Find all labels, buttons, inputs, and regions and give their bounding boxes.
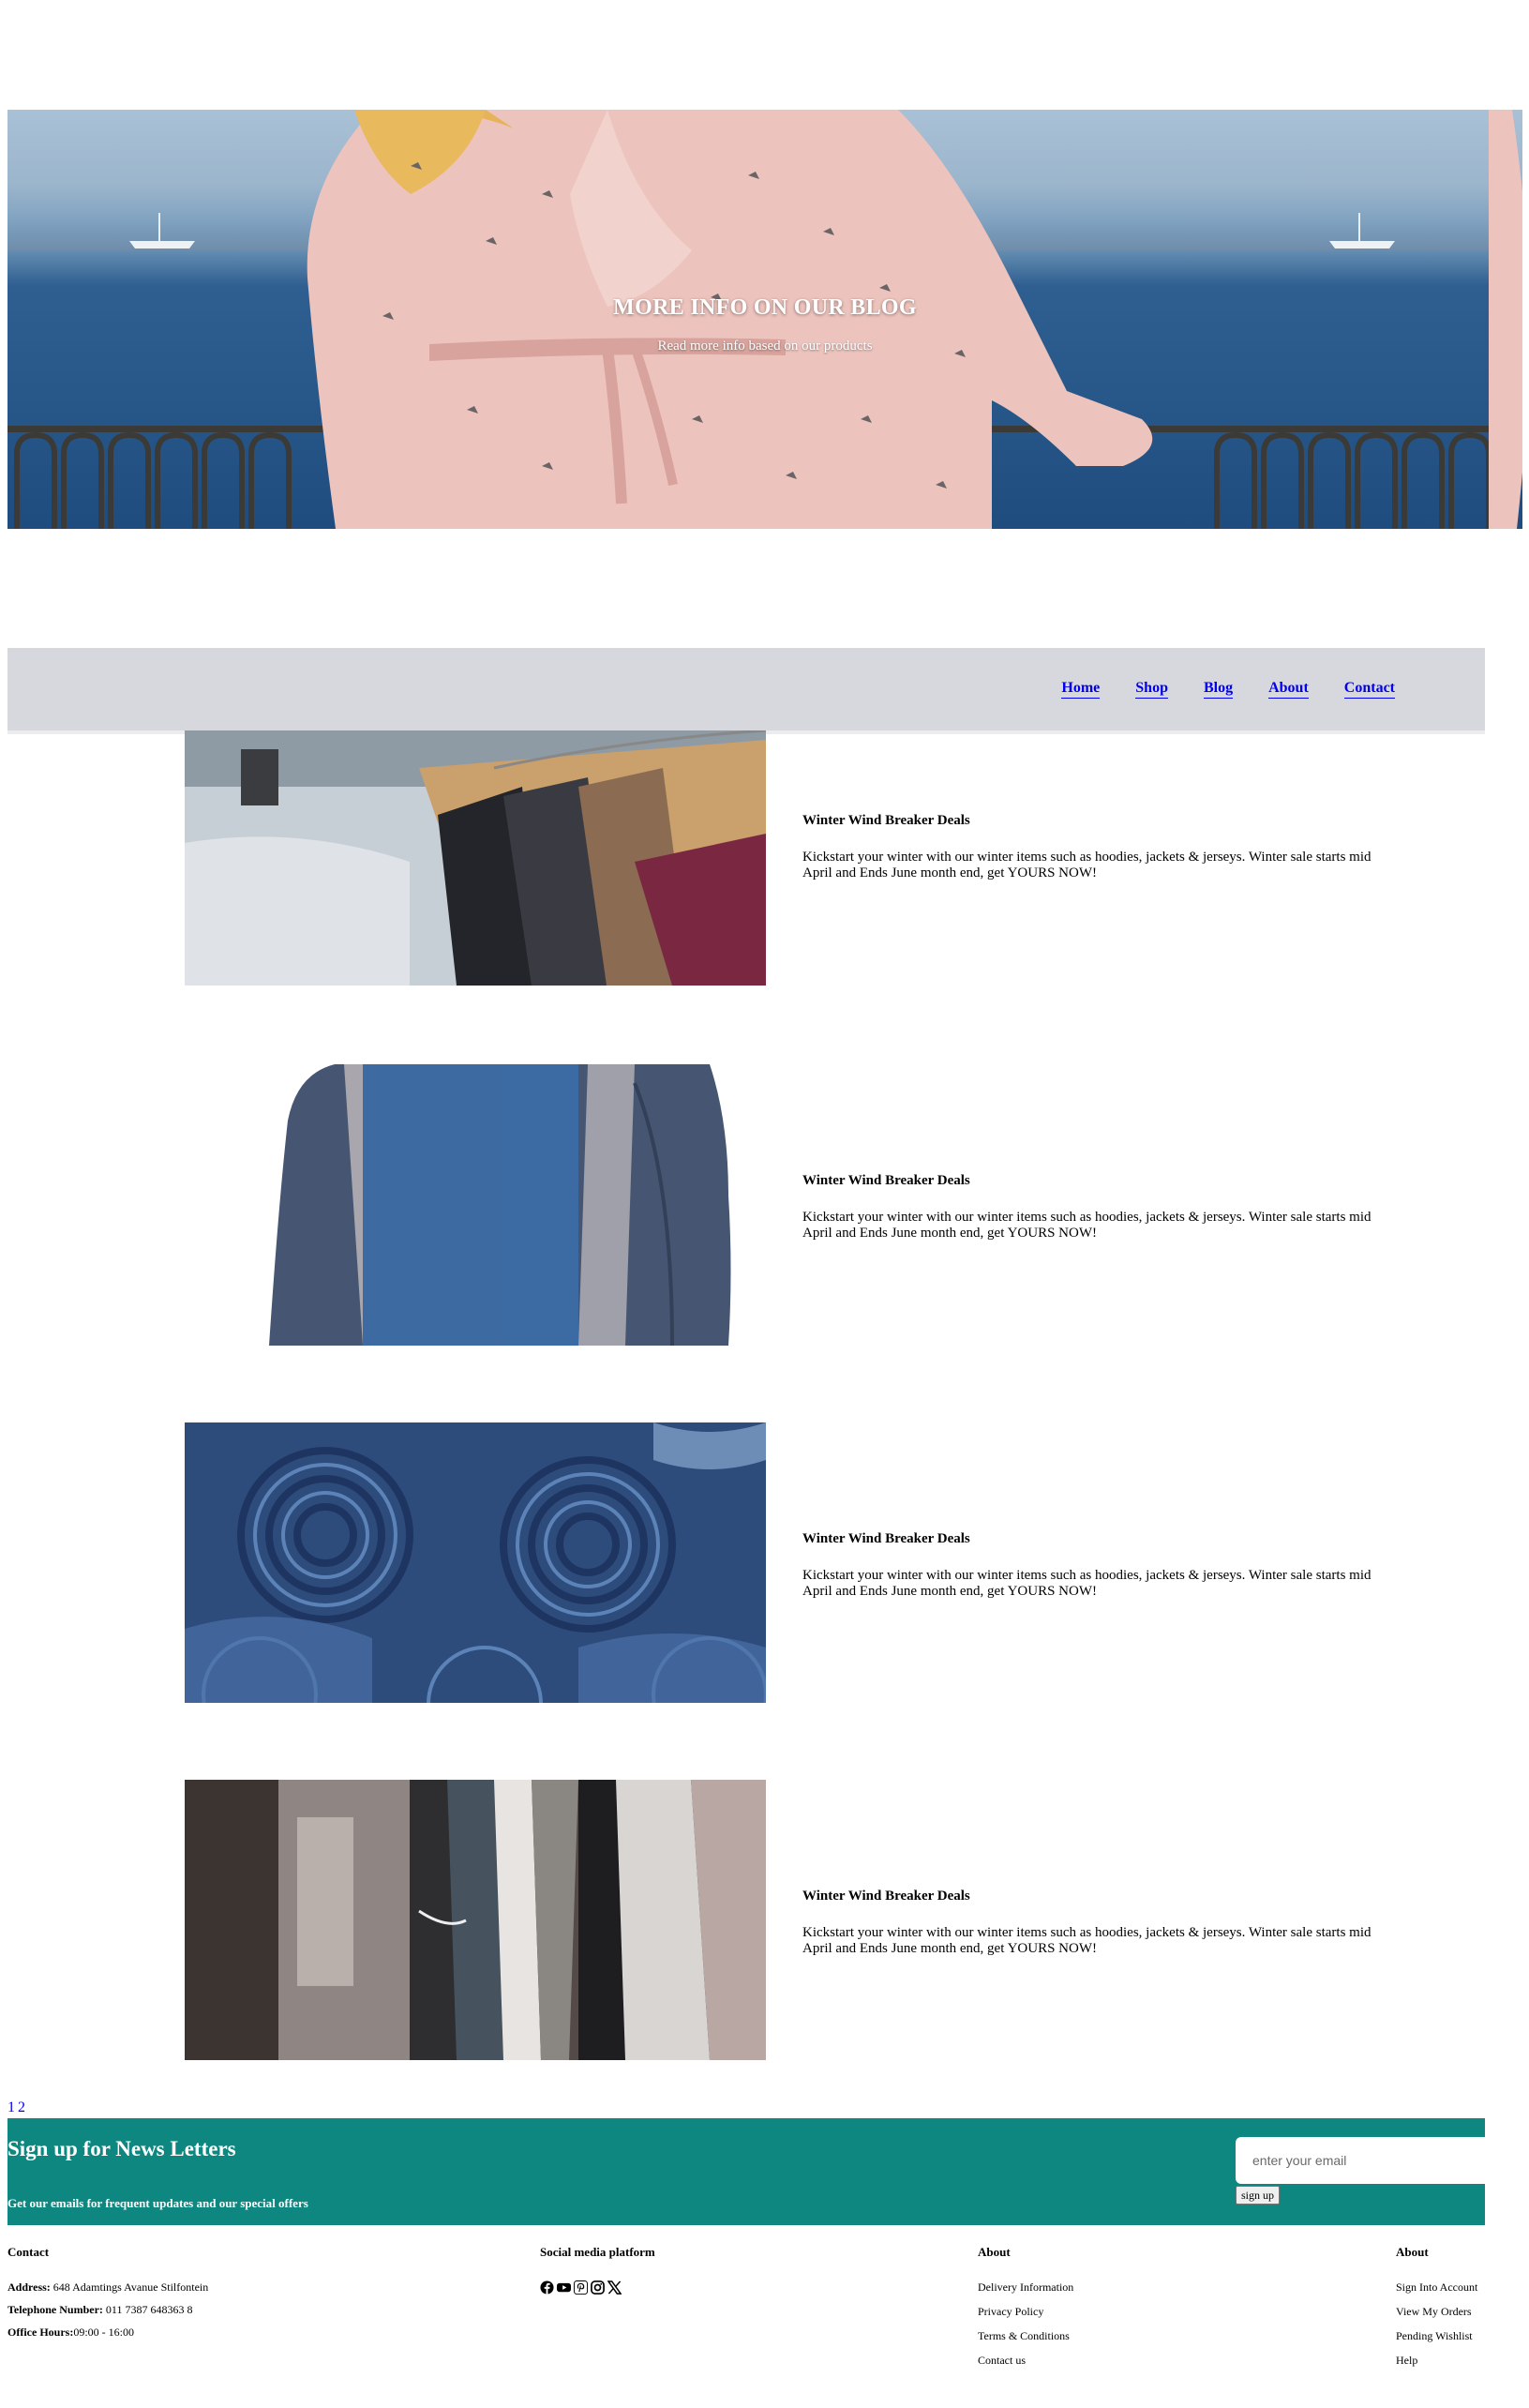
footer-about-links: Delivery Information Privacy Policy Term… (978, 2280, 1073, 2368)
pinterest-icon[interactable] (574, 2280, 588, 2295)
hero-title: MORE INFO ON OUR BLOG (613, 295, 917, 320)
rolled-denim-image (185, 1422, 766, 1703)
delivery-information-link[interactable]: Delivery Information (978, 2280, 1073, 2294)
list-item: Sign Into Account (1396, 2280, 1477, 2295)
blog-post-body: Kickstart your winter with our winter it… (802, 850, 1372, 880)
blog-post-title: Winter Wind Breaker Deals (802, 813, 970, 828)
hero-subtitle: Read more info based on our products (657, 339, 873, 354)
blog-post-title: Winter Wind Breaker Deals (802, 1889, 970, 1904)
sailboat-image (1329, 213, 1395, 248)
newsletter-title: Sign up for News Letters (7, 2137, 236, 2160)
nav-link-shop[interactable]: Shop (1135, 680, 1168, 699)
clothing-store-image (185, 1780, 766, 2060)
blog-post-image (185, 1780, 766, 2060)
list-item: Delivery Information (978, 2280, 1073, 2295)
navy-jacket-image (185, 1064, 766, 1346)
blog-post-body: Kickstart your winter with our winter it… (802, 1210, 1372, 1241)
footer-office-hours: Office Hours:09:00 - 16:00 (7, 2325, 134, 2339)
list-item: Contact us (978, 2354, 1073, 2368)
blog-post-title: Winter Wind Breaker Deals (802, 1173, 970, 1188)
blog-post-body: Kickstart your winter with our winter it… (802, 1925, 1372, 1956)
blog-post-image (185, 730, 766, 986)
newsletter-email-input[interactable] (1236, 2137, 1485, 2184)
newsletter-subtitle: Get our emails for frequent updates and … (7, 2196, 308, 2210)
nav-link-blog[interactable]: Blog (1203, 680, 1234, 699)
footer-social-heading: Social media platform (540, 2245, 655, 2259)
footer-account-heading: About (1396, 2245, 1429, 2259)
footer-account-links: Sign Into Account View My Orders Pending… (1396, 2280, 1477, 2368)
privacy-policy-link[interactable]: Privacy Policy (978, 2305, 1043, 2318)
list-item: Help (1396, 2354, 1477, 2368)
blog-post-image (185, 1064, 766, 1346)
newsletter-section: Sign up for News Letters Get our emails … (7, 2118, 1485, 2225)
signup-button[interactable]: sign up (1236, 2186, 1281, 2205)
youtube-icon[interactable] (557, 2280, 571, 2295)
sailboat-image (129, 213, 195, 248)
sign-into-account-link[interactable]: Sign Into Account (1396, 2280, 1477, 2294)
blog-post-text: Winter Wind Breaker Deals Kickstart your… (802, 1531, 1384, 1600)
footer: Contact Address: 648 Adamtings Avanue St… (0, 2232, 1529, 2408)
blog-post-text: Winter Wind Breaker Deals Kickstart your… (802, 813, 1384, 881)
footer-address: Address: 648 Adamtings Avanue Stilfontei… (7, 2280, 209, 2294)
nav-link-about[interactable]: About (1268, 680, 1309, 699)
nav-link-contact[interactable]: Contact (1343, 680, 1395, 699)
contact-us-link[interactable]: Contact us (978, 2354, 1026, 2367)
footer-contact-heading: Contact (7, 2245, 50, 2259)
footer-telephone: Telephone Number: 011 7387 648363 8 (7, 2303, 193, 2316)
footer-about-column: About Delivery Information Privacy Polic… (978, 2245, 1073, 2378)
blog-post-body: Kickstart your winter with our winter it… (802, 1568, 1372, 1599)
list-item: Pending Wishlist (1396, 2329, 1477, 2343)
nav-links: Home Shop Blog About Contact (1061, 680, 1395, 699)
pagination: 12 (7, 2099, 28, 2116)
list-item: Terms & Conditions (978, 2329, 1073, 2343)
page-link-2[interactable]: 2 (18, 2099, 25, 2115)
x-icon[interactable] (607, 2280, 622, 2295)
footer-about-heading: About (978, 2245, 1011, 2259)
list-item: View My Orders (1396, 2305, 1477, 2319)
view-my-orders-link[interactable]: View My Orders (1396, 2305, 1472, 2318)
blog-post-image (185, 1422, 766, 1703)
navbar: Home Shop Blog About Contact (7, 648, 1485, 734)
nav-link-home[interactable]: Home (1061, 680, 1101, 699)
instagram-icon[interactable] (591, 2280, 605, 2295)
blog-post-text: Winter Wind Breaker Deals Kickstart your… (802, 1889, 1384, 1957)
page-link-1[interactable]: 1 (7, 2099, 15, 2115)
footer-social-column: Social media platform (540, 2245, 655, 2295)
footer-contact-column: Contact Address: 648 Adamtings Avanue St… (7, 2245, 208, 2348)
social-icons (540, 2280, 655, 2295)
blog-post-text: Winter Wind Breaker Deals Kickstart your… (802, 1173, 1384, 1242)
clothes-rack-image (185, 730, 766, 986)
blog-post-title: Winter Wind Breaker Deals (802, 1531, 970, 1546)
pending-wishlist-link[interactable]: Pending Wishlist (1396, 2329, 1473, 2342)
facebook-icon[interactable] (540, 2280, 554, 2295)
footer-account-column: About Sign Into Account View My Orders P… (1396, 2245, 1477, 2378)
help-link[interactable]: Help (1396, 2354, 1417, 2367)
list-item: Privacy Policy (978, 2305, 1073, 2319)
hero-banner: MORE INFO ON OUR BLOG Read more info bas… (7, 110, 1522, 529)
terms-conditions-link[interactable]: Terms & Conditions (978, 2329, 1070, 2342)
